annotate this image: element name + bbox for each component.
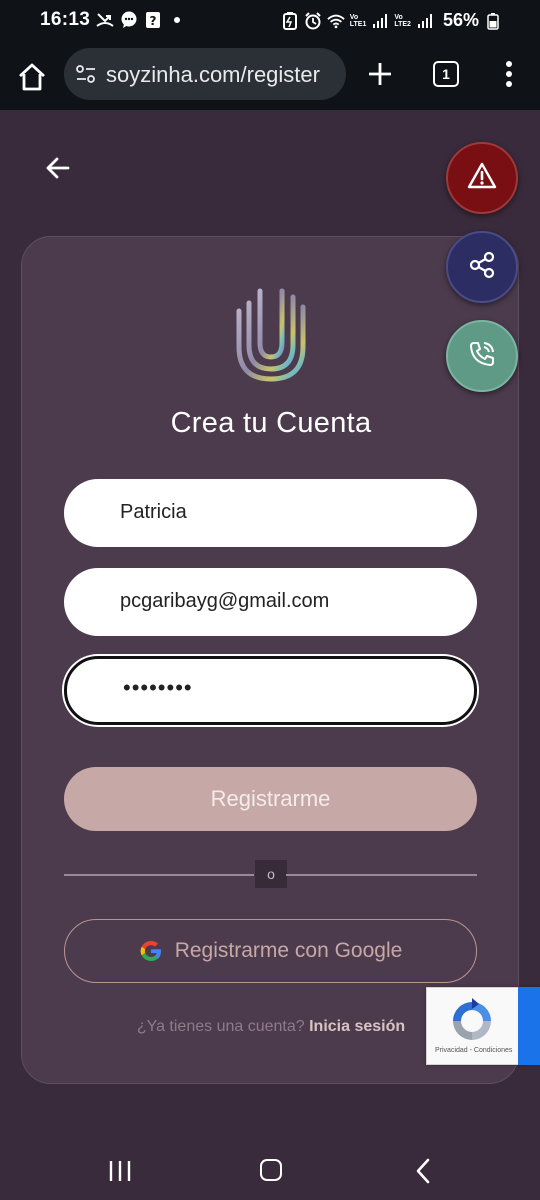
name-field[interactable]: Patricia — [64, 479, 477, 547]
more-menu-icon[interactable] — [497, 58, 521, 90]
new-tab-plus-icon[interactable] — [366, 60, 394, 88]
name-value: Patricia — [120, 501, 187, 523]
register-button[interactable]: Registrarme — [64, 767, 477, 831]
email-field[interactable]: pcgaribayg@gmail.com — [64, 568, 477, 636]
missed-call-icon — [96, 11, 114, 29]
browser-toolbar: soyzinha.com/register 1 — [0, 44, 540, 110]
tab-switcher-button[interactable]: 1 — [433, 61, 459, 87]
phone-call-icon — [468, 340, 496, 373]
alarm-icon — [304, 11, 322, 30]
svg-text:?: ? — [150, 14, 157, 28]
sim1-label: Vo LTE1 — [349, 13, 367, 28]
register-card: Crea tu Cuenta Patricia pcgaribayg@gmail… — [21, 236, 519, 1084]
share-fab-button[interactable] — [446, 231, 518, 303]
status-notification-icons: ? — [96, 11, 186, 29]
signal-sim1-icon — [371, 12, 389, 30]
site-settings-icon[interactable] — [76, 65, 96, 83]
system-nav-bar — [0, 1140, 540, 1200]
password-value: •••••••• — [123, 675, 193, 700]
battery-saver-icon — [281, 11, 299, 30]
password-field[interactable]: •••••••• — [64, 656, 477, 725]
google-register-label: Registrarme con Google — [174, 939, 403, 962]
divider-label: o — [255, 860, 287, 888]
chat-bubble-icon — [120, 11, 138, 29]
divider-line-left — [64, 874, 254, 876]
dot-icon — [168, 11, 186, 29]
url-text[interactable]: soyzinha.com/register — [106, 62, 320, 88]
sim2-label: Vo LTE2 — [394, 13, 411, 28]
status-system-icons: Vo LTE1 Vo LTE2 56% — [281, 10, 502, 31]
help-icon: ? — [144, 11, 162, 29]
login-prompt: ¿Ya tienes una cuenta? — [136, 1018, 305, 1035]
arrow-left-icon[interactable] — [42, 152, 74, 184]
address-bar[interactable]: soyzinha.com/register — [64, 48, 346, 100]
call-fab-button[interactable] — [446, 320, 518, 392]
register-page: Crea tu Cuenta Patricia pcgaribayg@gmail… — [0, 110, 540, 1140]
email-value: pcgaribayg@gmail.com — [120, 590, 330, 612]
recents-icon[interactable] — [108, 1160, 132, 1182]
status-time: 16:13 — [40, 9, 91, 30]
page-title: Crea tu Cuenta — [170, 407, 372, 439]
signal-sim2-icon — [416, 12, 434, 30]
home-nav-icon[interactable] — [260, 1159, 282, 1181]
google-g-icon — [139, 939, 163, 963]
home-icon[interactable] — [16, 61, 48, 93]
warning-triangle-icon — [467, 162, 497, 195]
hand-logo — [236, 279, 306, 383]
alert-fab-button[interactable] — [446, 142, 518, 214]
share-icon — [468, 251, 496, 284]
wifi-icon — [327, 12, 345, 30]
recaptcha-links[interactable]: Privacidad - Condiciones — [435, 1047, 512, 1054]
login-link[interactable]: Inicia sesión — [309, 1018, 405, 1035]
battery-icon — [484, 12, 502, 30]
status-bar: 16:13 ? Vo LTE1 Vo LTE2 56% — [0, 0, 540, 44]
tab-count: 1 — [442, 66, 450, 82]
battery-percent: 56% — [442, 10, 479, 30]
google-register-button[interactable]: Registrarme con Google — [64, 919, 477, 983]
recaptcha-logo-icon — [447, 996, 497, 1046]
back-nav-icon[interactable] — [414, 1158, 432, 1184]
recaptcha-tab[interactable] — [518, 987, 540, 1065]
divider-line-right — [286, 874, 477, 876]
